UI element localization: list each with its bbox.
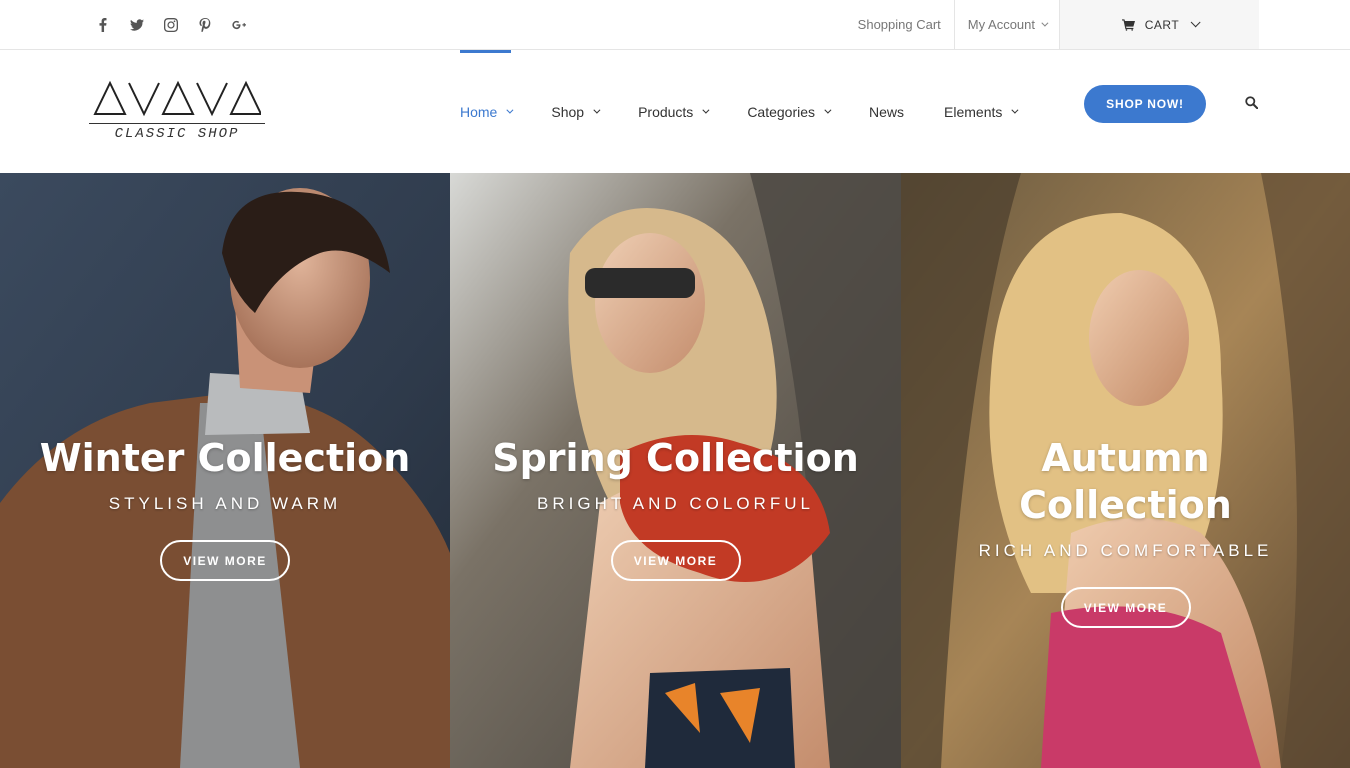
cart-icon — [1121, 18, 1135, 31]
nav-item-categories[interactable]: Categories — [747, 50, 832, 173]
hero-panel-winter[interactable]: Winter Collection STYLISH AND WARM VIEW … — [0, 173, 450, 768]
shop-now-button[interactable]: SHOP NOW! — [1084, 85, 1206, 123]
instagram-icon[interactable] — [154, 14, 188, 36]
nav-item-label: Elements — [944, 103, 1003, 120]
hero-panel-spring[interactable]: Spring Collection BRIGHT AND COLORFUL VI… — [450, 173, 901, 768]
hero-title: Spring Collection — [492, 436, 859, 480]
nav-item-elements[interactable]: Elements — [944, 50, 1019, 173]
nav-item-label: Products — [638, 103, 694, 120]
logo-wordmark — [93, 80, 261, 117]
shopping-cart-link[interactable]: Shopping Cart — [858, 0, 955, 49]
chevron-down-icon — [702, 106, 710, 114]
view-more-button[interactable]: VIEW MORE — [1060, 587, 1191, 628]
chevron-down-icon — [1190, 17, 1201, 28]
nav-item-products[interactable]: Products — [638, 50, 710, 173]
facebook-icon[interactable] — [86, 14, 120, 36]
nav-item-label: Home — [460, 103, 498, 120]
cart-button[interactable]: CART — [1060, 0, 1259, 49]
twitter-icon[interactable] — [120, 14, 154, 36]
main-header: CLASSIC SHOP Home Shop Products Categori… — [0, 50, 1350, 173]
shopping-cart-label: Shopping Cart — [857, 17, 941, 32]
my-account-link[interactable]: My Account — [955, 0, 1060, 49]
top-bar: Shopping Cart My Account CART — [0, 0, 1350, 50]
hero-panel-content: Winter Collection STYLISH AND WARM VIEW … — [0, 435, 450, 581]
my-account-label: My Account — [967, 17, 1035, 32]
nav-item-shop[interactable]: Shop — [551, 50, 601, 173]
search-icon[interactable] — [1245, 96, 1259, 110]
cart-label: CART — [1144, 17, 1180, 32]
nav-item-label: Categories — [747, 103, 816, 120]
social-links — [86, 14, 256, 36]
hero-panel-autumn[interactable]: Autumn Collection RICH AND COMFORTABLE V… — [901, 173, 1350, 768]
logo-divider — [89, 123, 265, 124]
view-more-button[interactable]: VIEW MORE — [610, 540, 741, 581]
hero-subtitle: STYLISH AND WARM — [108, 494, 342, 513]
logo[interactable]: CLASSIC SHOP — [89, 78, 265, 144]
hero-title: Winter Collection — [39, 436, 411, 480]
pinterest-icon[interactable] — [188, 14, 222, 36]
hero-subtitle: BRIGHT AND COLORFUL — [537, 494, 814, 513]
logo-subtitle: CLASSIC SHOP — [114, 126, 240, 142]
main-nav: Home Shop Products Categories News Eleme… — [460, 50, 1056, 173]
google-plus-icon[interactable] — [222, 14, 256, 36]
chevron-down-icon — [593, 106, 601, 114]
nav-item-label: News — [869, 103, 905, 120]
chevron-down-icon — [1011, 106, 1019, 114]
chevron-down-icon — [506, 106, 514, 114]
nav-item-news[interactable]: News — [869, 50, 904, 173]
top-links: Shopping Cart My Account CART — [858, 0, 1259, 49]
hero-title: Autumn Collection — [1019, 436, 1232, 527]
nav-item-label: Shop — [551, 103, 585, 120]
hero-panels: Winter Collection STYLISH AND WARM VIEW … — [0, 173, 1350, 768]
hero-panel-content: Autumn Collection RICH AND COMFORTABLE V… — [901, 435, 1350, 628]
chevron-down-icon — [824, 106, 832, 114]
view-more-button[interactable]: VIEW MORE — [160, 540, 290, 581]
chevron-down-icon — [1041, 19, 1049, 27]
hero-panel-content: Spring Collection BRIGHT AND COLORFUL VI… — [450, 435, 901, 581]
nav-item-home[interactable]: Home — [460, 50, 514, 173]
hero-subtitle: RICH AND COMFORTABLE — [978, 541, 1273, 560]
